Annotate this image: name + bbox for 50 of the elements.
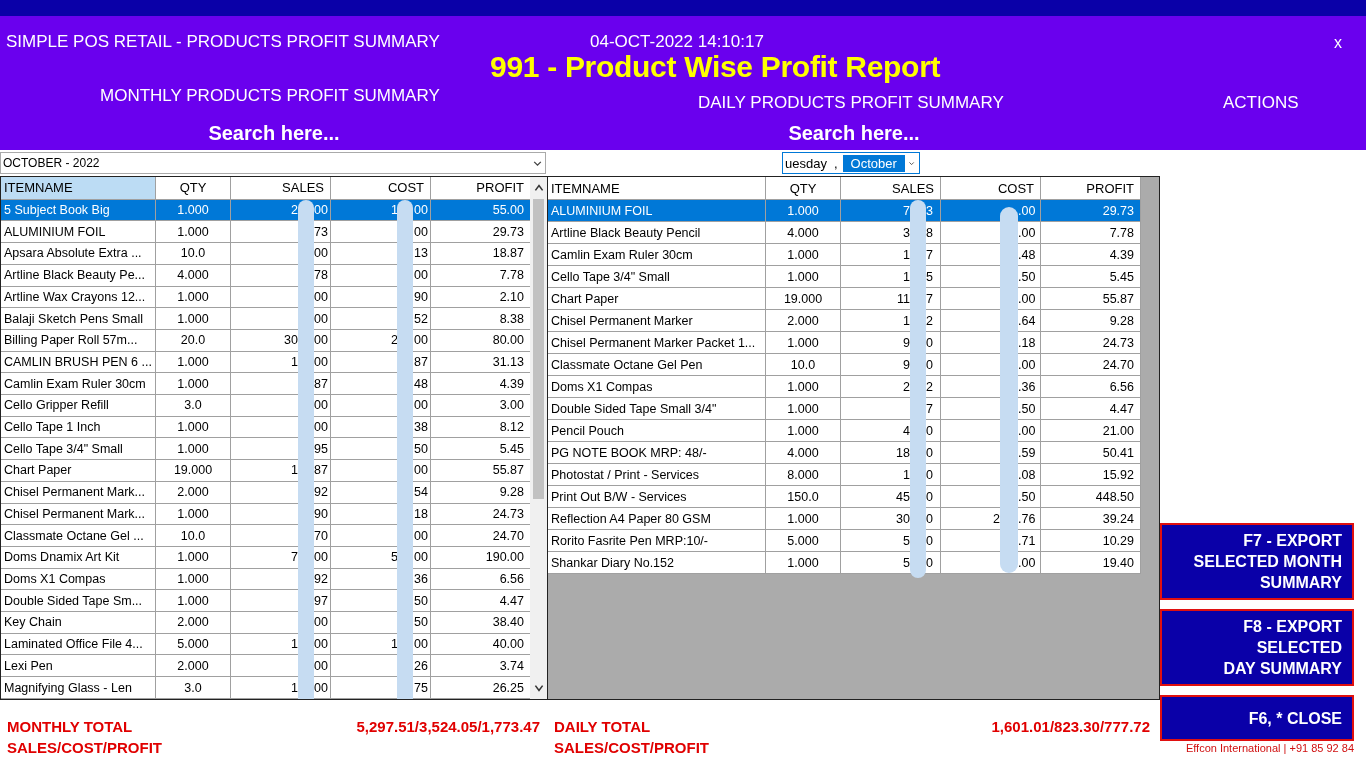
table-cell: 4.000 [156, 264, 231, 287]
column-header[interactable]: SALES [231, 177, 331, 200]
total-value: 5,297.51/3,524.05/1,773.47 [356, 717, 540, 737]
table-cell: 19.40 [1041, 552, 1141, 574]
column-header[interactable]: QTY [156, 177, 231, 200]
table-cell: 3.0 [156, 395, 231, 417]
search-label: Search here... [787, 121, 921, 145]
table-cell: Classmate Octane Gel ... [1, 525, 156, 547]
table-cell: 1.000 [156, 308, 231, 330]
scrollbar-thumb[interactable] [533, 199, 544, 499]
total-label: MONTHLY TOTAL SALES/COST/PROFIT [7, 717, 162, 758]
table-cell: Magnifying Glass - Len [1, 677, 156, 699]
section-title: MONTHLY PRODUCTS PROFIT SUMMARY [100, 85, 441, 106]
window-title: SIMPLE POS RETAIL - PRODUCTS PROFIT SUMMARY [6, 32, 441, 52]
action-button[interactable]: F6, * CLOSE [1160, 695, 1354, 741]
table-cell: 10.0 [156, 243, 231, 265]
table-cell: 2.000 [156, 481, 231, 504]
total-label: DAILY TOTAL SALES/COST/PROFIT [554, 717, 709, 758]
close-button[interactable]: x [1334, 34, 1342, 52]
date-picker[interactable]: uesday , October [782, 152, 920, 174]
table-cell: 19.000 [156, 460, 231, 482]
table-cell: 20.0 [156, 329, 231, 352]
table-cell: 1.000 [156, 546, 231, 569]
table-cell: Apsara Absolute Extra ... [1, 243, 156, 265]
column-header[interactable]: ITEMNAME [1, 177, 156, 200]
section-title: DAILY PRODUCTS PROFIT SUMMARY [698, 92, 1005, 113]
column-header[interactable]: COST [331, 177, 431, 200]
action-button[interactable]: F7 - EXPORT SELECTED MONTH SUMMARY [1160, 523, 1354, 600]
table-cell: Artline Black Beauty Pe... [1, 264, 156, 287]
report-title: 991 - Product Wise Profit Report [490, 52, 941, 82]
table-cell: Doms Dnamix Art Kit [1, 546, 156, 569]
section-title: ACTIONS [1223, 92, 1299, 113]
action-button[interactable]: F8 - EXPORT SELECTED DAY SUMMARY [1160, 609, 1354, 686]
date-time: 04-OCT-2022 14:10:17 [590, 32, 765, 52]
table-cell: 3.0 [156, 677, 231, 699]
table-cell: Chisel Permanent Mark... [1, 481, 156, 504]
table-cell: 1.000 [766, 552, 841, 574]
search-label: Search here... [207, 121, 341, 145]
table-cell: Key Chain [1, 612, 156, 634]
total-value: 1,601.01/823.30/777.72 [991, 717, 1150, 737]
table-cell: Shankar Diary No.152 [548, 552, 766, 574]
table-cell: Chart Paper [1, 460, 156, 482]
scrollbar[interactable] [530, 177, 547, 699]
table-cell: 2.000 [156, 612, 231, 634]
table-cell: Cello Gripper Refill [1, 395, 156, 417]
table-cell: Billing Paper Roll 57m... [1, 329, 156, 352]
month-dropdown[interactable]: OCTOBER - 2022 [0, 152, 546, 174]
table-cell: Balaji Sketch Pens Small [1, 308, 156, 330]
credit-text: Effcon International | +91 85 92 84 [1184, 742, 1354, 754]
table-cell: 10.0 [156, 525, 231, 547]
